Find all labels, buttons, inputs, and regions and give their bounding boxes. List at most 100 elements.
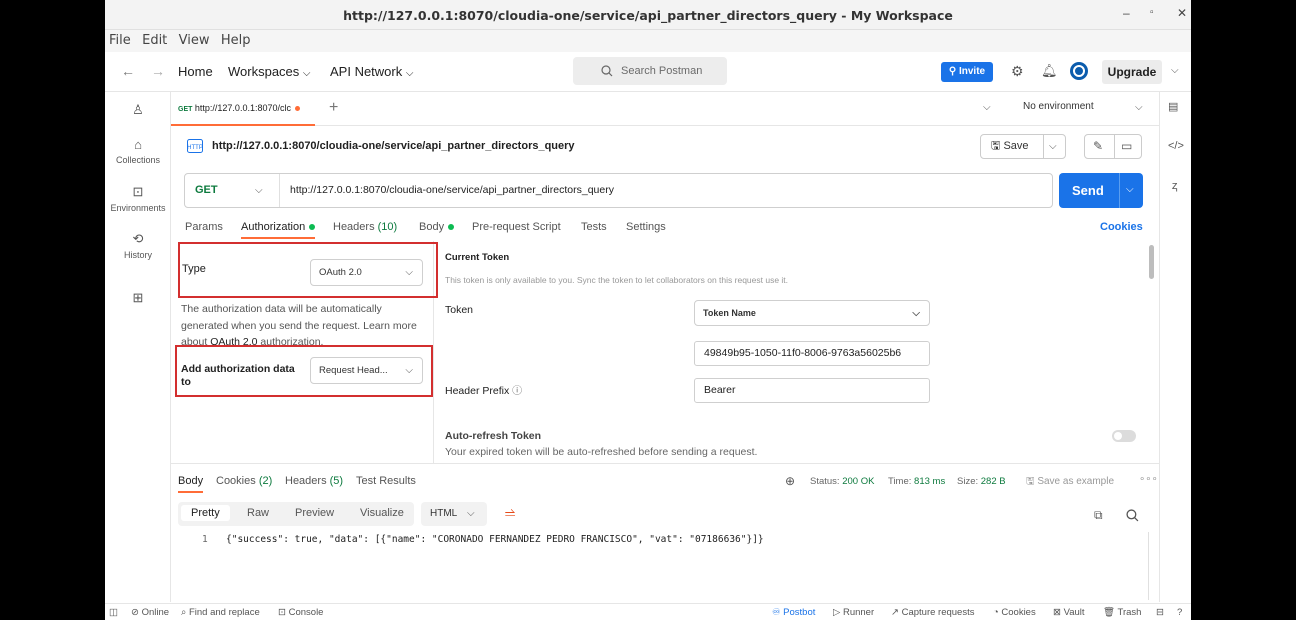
layout-icon[interactable]: ⊟ [1156, 607, 1164, 618]
settings-gear-icon[interactable]: ⚙ [1011, 63, 1024, 80]
tab-settings[interactable]: Settings [626, 221, 666, 233]
new-tab-plus-icon[interactable]: + [329, 99, 338, 117]
view-visualize[interactable]: Visualize [360, 507, 404, 519]
token-value-input[interactable]: 49849b95-1050-11f0-8006-9763a56025b6 [694, 341, 930, 366]
url-input[interactable]: http://127.0.0.1:8070/cloudia-one/servic… [290, 184, 614, 196]
auto-refresh-toggle[interactable] [1112, 430, 1136, 442]
edit-docs-button-group: ✎ ▭ [1084, 134, 1142, 159]
help-icon[interactable]: ? [1177, 607, 1182, 618]
chevron-down-icon: ⌵ [1126, 184, 1134, 195]
close-icon[interactable]: ✕ [1177, 6, 1187, 20]
nav-workspaces[interactable]: Workspaces ⌵ [228, 64, 311, 79]
save-as-example-button[interactable]: 🖫︎ Save as example [1026, 474, 1114, 491]
current-token-heading: Current Token [445, 252, 510, 263]
back-arrow-icon[interactable]: ← [121, 63, 135, 79]
chevron-down-icon: ⌵ [912, 308, 920, 319]
edit-pencil-icon[interactable]: ✎ [1093, 139, 1103, 153]
environment-selector[interactable]: No environment [1023, 101, 1094, 112]
add-auth-to-select[interactable]: Request Head... ⌵ [310, 357, 423, 384]
response-body-line[interactable]: {"success": true, "data": [{"name": "COR… [226, 534, 764, 545]
invite-button[interactable]: ⚲ Invite [941, 62, 993, 82]
request-title[interactable]: http://127.0.0.1:8070/cloudia-one/servic… [212, 140, 575, 152]
token-label: Token [445, 304, 474, 316]
search-icon: ⌕ [181, 607, 187, 618]
copy-icon[interactable]: ⧉ [1094, 508, 1103, 523]
sidebar-toggle-icon[interactable]: ◫ [109, 607, 118, 618]
tab-params[interactable]: Params [185, 221, 223, 233]
response-tab-test-results[interactable]: Test Results [356, 475, 416, 487]
view-pretty[interactable]: Pretty [181, 505, 230, 521]
tab-tests[interactable]: Tests [581, 221, 607, 233]
menu-edit[interactable]: Edit [142, 30, 167, 52]
wrap-lines-icon[interactable]: ⥬ [505, 505, 515, 521]
response-time: Time: 813 ms [888, 476, 946, 487]
tab-prerequest-script[interactable]: Pre-request Script [472, 221, 561, 233]
forward-arrow-icon[interactable]: → [151, 63, 165, 79]
runner-button[interactable]: ▷ Runner [833, 607, 874, 618]
tabs-dropdown-chevron-icon[interactable]: ⌵ [983, 102, 991, 113]
capture-requests-button[interactable]: ↗ Capture requests [891, 607, 974, 618]
add-user-icon: ⚲ [948, 66, 959, 77]
header-prefix-input[interactable]: Bearer [694, 378, 930, 403]
response-tab-headers[interactable]: Headers (5) [285, 475, 343, 487]
more-options-icon[interactable]: ∘∘∘ [1139, 474, 1158, 485]
token-note: This token is only available to you. Syn… [445, 275, 789, 285]
send-button[interactable]: Send ⌵ [1059, 173, 1143, 208]
console-button[interactable]: ⊡ Console [278, 607, 323, 618]
postbot-button[interactable]: ♾ Postbot [772, 607, 815, 618]
cookies-button[interactable]: ◔ Cookies [993, 607, 1036, 618]
menu-help[interactable]: Help [221, 30, 251, 52]
save-button[interactable]: 🖫︎ Save ⌵ [980, 134, 1066, 159]
search-box[interactable]: Search Postman [573, 57, 727, 85]
response-format-select[interactable]: HTML ⌵ [421, 502, 487, 526]
info-icon: ⓘ [512, 386, 523, 397]
tab-headers[interactable]: Headers (10) [333, 221, 397, 233]
tab-body[interactable]: Body [419, 221, 455, 233]
maximize-icon[interactable]: ▫ [1150, 7, 1154, 18]
sidebar-item-history[interactable]: ⟲ History [105, 231, 171, 260]
environment-quicklook-icon[interactable]: ▤ [1168, 100, 1178, 113]
title-bar: http://127.0.0.1:8070/cloudia-one/servic… [105, 0, 1191, 30]
chevron-down-icon[interactable]: ⌵ [1135, 102, 1143, 113]
view-raw[interactable]: Raw [247, 507, 269, 519]
chevron-down-icon[interactable]: ⌵ [1171, 65, 1179, 76]
nav-api-network[interactable]: API Network ⌵ [330, 64, 413, 79]
search-icon [601, 65, 613, 77]
sidebar-item-apps[interactable]: ⊞ [105, 290, 171, 309]
menu-file[interactable]: File [109, 30, 131, 52]
upgrade-button[interactable]: Upgrade [1102, 60, 1162, 84]
nav-home[interactable]: Home [178, 64, 213, 79]
vault-button[interactable]: ⊠ Vault [1053, 607, 1085, 618]
view-preview[interactable]: Preview [295, 507, 334, 519]
method-select[interactable]: GET ⌵ [185, 174, 280, 207]
cookie-icon: ◔ [993, 607, 999, 618]
auth-scrollbar[interactable] [1149, 245, 1154, 279]
chevron-down-icon: ⌵ [1049, 141, 1057, 152]
comments-icon[interactable]: ▭ [1121, 139, 1132, 153]
related-icon[interactable]: ⱬ [1172, 180, 1178, 192]
token-name-select[interactable]: Token Name ⌵ [694, 300, 930, 326]
auth-type-select[interactable]: OAuth 2.0 ⌵ [310, 259, 423, 286]
sidebar-item-environments[interactable]: ⊡ Environments [105, 184, 171, 213]
unsaved-dot-icon [294, 106, 300, 112]
trash-button[interactable]: 🗑︎ Trash [1103, 607, 1141, 618]
chevron-down-icon: ⌵ [405, 267, 413, 278]
search-icon[interactable] [1126, 509, 1139, 522]
search-placeholder: Search Postman [621, 65, 703, 77]
tab-active-request[interactable]: GET http://127.0.0.1:8070/clc [171, 92, 315, 126]
chevron-down-icon: ⌵ [467, 508, 475, 519]
response-tab-body[interactable]: Body [178, 475, 204, 493]
sidebar-item-collections[interactable]: ⌂ Collections [105, 137, 171, 165]
minimize-icon[interactable]: – [1123, 6, 1130, 20]
menu-view[interactable]: View [179, 30, 210, 52]
avatar-icon[interactable] [1069, 61, 1089, 81]
code-icon[interactable]: </> [1168, 140, 1184, 152]
cookies-link[interactable]: Cookies [1100, 221, 1143, 233]
response-tab-cookies[interactable]: Cookies (2) [216, 475, 272, 487]
find-and-replace[interactable]: ⌕ Find and replace [181, 607, 260, 618]
status-bar: ◫ ⊘ Online ⌕ Find and replace ⊡ Console … [105, 603, 1191, 620]
sidebar-item-account[interactable]: ♙ [105, 102, 171, 121]
tab-authorization[interactable]: Authorization [241, 221, 316, 239]
notification-bell-icon[interactable]: 🔔︎ [1041, 63, 1058, 79]
online-status[interactable]: ⊘ Online [131, 607, 169, 618]
